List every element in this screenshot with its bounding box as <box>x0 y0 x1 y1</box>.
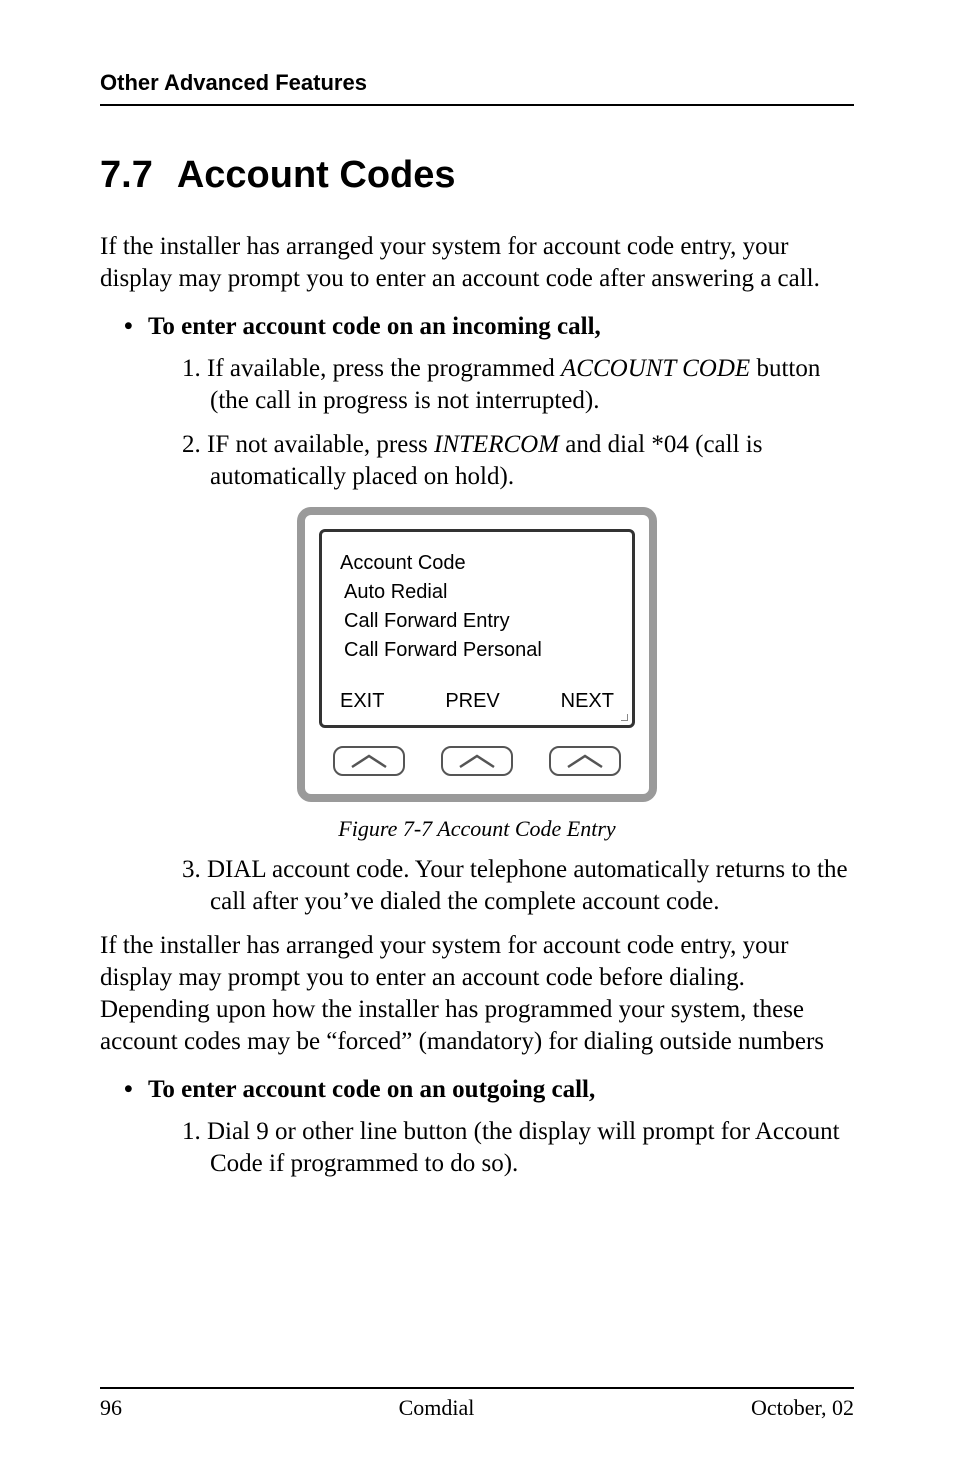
chevron-up-icon <box>350 753 388 769</box>
lcd-line-2: Auto Redial <box>340 581 614 604</box>
step-2: 2. IF not available, press INTERCOM and … <box>182 429 854 493</box>
softlabel-prev: PREV <box>445 690 499 713</box>
intercom-button-ref: INTERCOM <box>434 431 559 458</box>
chevron-up-icon <box>566 753 604 769</box>
step-3: 3. DIAL account code. Your telephone aut… <box>182 854 854 918</box>
footer-page-number: 96 <box>100 1395 122 1421</box>
steps-outgoing: 1. Dial 9 or other line button (the disp… <box>182 1116 854 1180</box>
softkey-left[interactable] <box>333 746 405 776</box>
softkey-right[interactable] <box>549 746 621 776</box>
softlabel-next: NEXT <box>561 690 614 713</box>
lcd-line-3: Call Forward Entry <box>340 610 614 633</box>
footer-center: Comdial <box>399 1395 475 1421</box>
procedure-heading-outgoing: To enter account code on an outgoing cal… <box>148 1076 854 1104</box>
softkey-row <box>319 746 635 776</box>
lcd-line-4: Call Forward Personal <box>340 639 614 662</box>
footer-date: October, 02 <box>751 1395 854 1421</box>
section-number: 7.7 <box>100 154 153 197</box>
intro-paragraph-1: If the installer has arranged your syste… <box>100 231 854 295</box>
steps-incoming: 1. If available, press the programmed AC… <box>182 353 854 493</box>
intro-paragraph-2: If the installer has arranged your syste… <box>100 930 854 1058</box>
figure-caption: Figure 7-7 Account Code Entry <box>338 816 615 842</box>
section-heading: 7.7 Account Codes <box>100 154 854 197</box>
figure-7-7: Account Code Auto Redial Call Forward En… <box>100 507 854 842</box>
section-title: Account Codes <box>177 154 456 196</box>
page-footer: 96 Comdial October, 02 <box>100 1387 854 1421</box>
step-1: 1. If available, press the programmed AC… <box>182 353 854 417</box>
running-head: Other Advanced Features <box>100 70 854 106</box>
phone-lcd: Account Code Auto Redial Call Forward En… <box>319 529 635 728</box>
softkey-middle[interactable] <box>441 746 513 776</box>
procedure-heading-incoming: To enter account code on an incoming cal… <box>148 313 854 341</box>
steps-incoming-cont: 3. DIAL account code. Your telephone aut… <box>182 854 854 918</box>
chevron-up-icon <box>458 753 496 769</box>
phone-illustration: Account Code Auto Redial Call Forward En… <box>297 507 657 802</box>
outgoing-step-1: 1. Dial 9 or other line button (the disp… <box>182 1116 854 1180</box>
softlabel-exit: EXIT <box>340 690 384 713</box>
account-code-button-ref: ACCOUNT CODE <box>561 355 750 382</box>
lcd-line-1: Account Code <box>340 552 614 575</box>
